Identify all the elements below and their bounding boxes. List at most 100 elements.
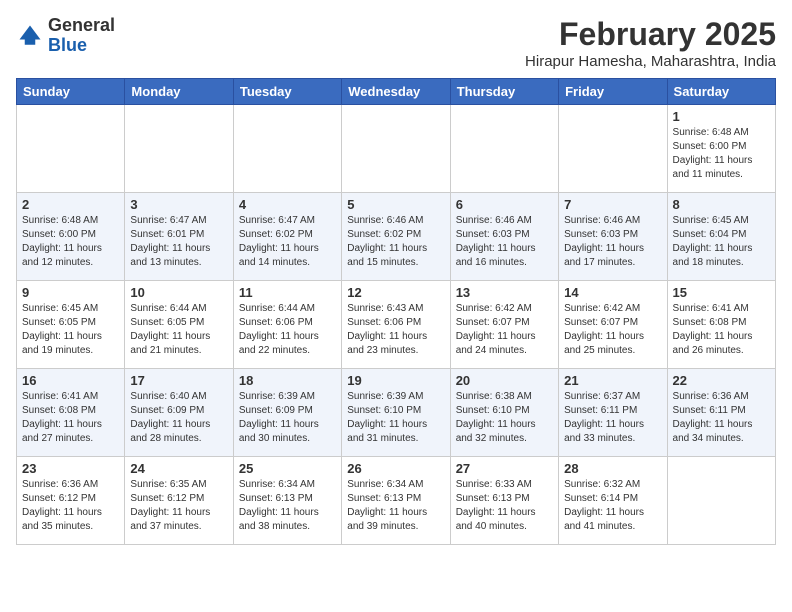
calendar-cell bbox=[450, 105, 558, 193]
calendar-cell: 2 Sunrise: 6:48 AM Sunset: 6:00 PM Daylig… bbox=[17, 193, 125, 281]
calendar-cell: 18 Sunrise: 6:39 AM Sunset: 6:09 PM Dayli… bbox=[233, 369, 341, 457]
day-info: Sunrise: 6:36 AM Sunset: 6:12 PM Dayligh… bbox=[22, 478, 119, 534]
day-number: 28 bbox=[564, 461, 661, 476]
day-info: Sunrise: 6:36 AM Sunset: 6:11 PM Dayligh… bbox=[673, 390, 770, 446]
day-info: Sunrise: 6:42 AM Sunset: 6:07 PM Dayligh… bbox=[564, 302, 661, 358]
page-header: General Blue February 2025 Hirapur Hames… bbox=[16, 16, 776, 70]
day-info: Sunrise: 6:46 AM Sunset: 6:03 PM Dayligh… bbox=[564, 214, 661, 270]
day-number: 18 bbox=[239, 373, 336, 388]
day-info: Sunrise: 6:35 AM Sunset: 6:12 PM Dayligh… bbox=[130, 478, 227, 534]
weekday-header-saturday: Saturday bbox=[667, 79, 775, 105]
day-info: Sunrise: 6:47 AM Sunset: 6:01 PM Dayligh… bbox=[130, 214, 227, 270]
calendar-cell: 14Sunrise: 6:42 AM Sunset: 6:07 PM Dayli… bbox=[559, 281, 667, 369]
calendar-cell: 25 Sunrise: 6:34 AM Sunset: 6:13 PM Dayli… bbox=[233, 457, 341, 545]
day-number: 8 bbox=[673, 197, 770, 212]
day-info: Sunrise: 6:39 AM Sunset: 6:10 PM Dayligh… bbox=[347, 390, 444, 446]
logo-icon bbox=[16, 22, 44, 50]
day-number: 27 bbox=[456, 461, 553, 476]
calendar-cell bbox=[17, 105, 125, 193]
day-info: Sunrise: 6:48 AM Sunset: 6:00 PM Dayligh… bbox=[22, 214, 119, 270]
calendar-cell: 3 Sunrise: 6:47 AM Sunset: 6:01 PM Daylig… bbox=[125, 193, 233, 281]
calendar-table: SundayMondayTuesdayWednesdayThursdayFrid… bbox=[16, 78, 776, 545]
logo-text: General Blue bbox=[48, 16, 115, 56]
calendar-cell: 21Sunrise: 6:37 AM Sunset: 6:11 PM Dayli… bbox=[559, 369, 667, 457]
week-row-4: 16 Sunrise: 6:41 AM Sunset: 6:08 PM Dayli… bbox=[17, 369, 776, 457]
calendar-cell: 10 Sunrise: 6:44 AM Sunset: 6:05 PM Dayli… bbox=[125, 281, 233, 369]
day-number: 19 bbox=[347, 373, 444, 388]
weekday-header-friday: Friday bbox=[559, 79, 667, 105]
day-number: 2 bbox=[22, 197, 119, 212]
calendar-cell: 19 Sunrise: 6:39 AM Sunset: 6:10 PM Dayli… bbox=[342, 369, 450, 457]
day-number: 22 bbox=[673, 373, 770, 388]
weekday-header-monday: Monday bbox=[125, 79, 233, 105]
calendar-cell: 6Sunrise: 6:46 AM Sunset: 6:03 PM Daylig… bbox=[450, 193, 558, 281]
day-info: Sunrise: 6:46 AM Sunset: 6:03 PM Dayligh… bbox=[456, 214, 553, 270]
day-info: Sunrise: 6:44 AM Sunset: 6:06 PM Dayligh… bbox=[239, 302, 336, 358]
day-info: Sunrise: 6:34 AM Sunset: 6:13 PM Dayligh… bbox=[239, 478, 336, 534]
week-row-2: 2 Sunrise: 6:48 AM Sunset: 6:00 PM Daylig… bbox=[17, 193, 776, 281]
calendar-cell: 24 Sunrise: 6:35 AM Sunset: 6:12 PM Dayli… bbox=[125, 457, 233, 545]
calendar-cell: 23Sunrise: 6:36 AM Sunset: 6:12 PM Dayli… bbox=[17, 457, 125, 545]
day-info: Sunrise: 6:33 AM Sunset: 6:13 PM Dayligh… bbox=[456, 478, 553, 534]
day-info: Sunrise: 6:45 AM Sunset: 6:04 PM Dayligh… bbox=[673, 214, 770, 270]
day-number: 11 bbox=[239, 285, 336, 300]
day-info: Sunrise: 6:42 AM Sunset: 6:07 PM Dayligh… bbox=[456, 302, 553, 358]
day-info: Sunrise: 6:40 AM Sunset: 6:09 PM Dayligh… bbox=[130, 390, 227, 446]
calendar-cell: 22 Sunrise: 6:36 AM Sunset: 6:11 PM Dayli… bbox=[667, 369, 775, 457]
day-number: 16 bbox=[22, 373, 119, 388]
calendar-cell: 20Sunrise: 6:38 AM Sunset: 6:10 PM Dayli… bbox=[450, 369, 558, 457]
calendar-cell bbox=[559, 105, 667, 193]
day-number: 7 bbox=[564, 197, 661, 212]
calendar-cell: 8 Sunrise: 6:45 AM Sunset: 6:04 PM Daylig… bbox=[667, 193, 775, 281]
day-number: 15 bbox=[673, 285, 770, 300]
day-info: Sunrise: 6:39 AM Sunset: 6:09 PM Dayligh… bbox=[239, 390, 336, 446]
logo-general: General bbox=[48, 15, 115, 35]
day-number: 1 bbox=[673, 109, 770, 124]
logo-blue: Blue bbox=[48, 35, 87, 55]
day-number: 9 bbox=[22, 285, 119, 300]
day-number: 21 bbox=[564, 373, 661, 388]
day-info: Sunrise: 6:41 AM Sunset: 6:08 PM Dayligh… bbox=[22, 390, 119, 446]
day-number: 25 bbox=[239, 461, 336, 476]
calendar-cell bbox=[233, 105, 341, 193]
day-number: 4 bbox=[239, 197, 336, 212]
calendar-cell: 26 Sunrise: 6:34 AM Sunset: 6:13 PM Dayli… bbox=[342, 457, 450, 545]
day-info: Sunrise: 6:34 AM Sunset: 6:13 PM Dayligh… bbox=[347, 478, 444, 534]
calendar-cell: 28Sunrise: 6:32 AM Sunset: 6:14 PM Dayli… bbox=[559, 457, 667, 545]
day-number: 5 bbox=[347, 197, 444, 212]
month-title: February 2025 bbox=[525, 16, 776, 53]
calendar-cell bbox=[125, 105, 233, 193]
day-number: 10 bbox=[130, 285, 227, 300]
weekday-header-row: SundayMondayTuesdayWednesdayThursdayFrid… bbox=[17, 79, 776, 105]
calendar-cell: 27 Sunrise: 6:33 AM Sunset: 6:13 PM Dayli… bbox=[450, 457, 558, 545]
weekday-header-sunday: Sunday bbox=[17, 79, 125, 105]
day-number: 3 bbox=[130, 197, 227, 212]
day-number: 12 bbox=[347, 285, 444, 300]
calendar-cell: 11 Sunrise: 6:44 AM Sunset: 6:06 PM Dayli… bbox=[233, 281, 341, 369]
calendar-cell: 7 Sunrise: 6:46 AM Sunset: 6:03 PM Daylig… bbox=[559, 193, 667, 281]
day-info: Sunrise: 6:45 AM Sunset: 6:05 PM Dayligh… bbox=[22, 302, 119, 358]
title-block: February 2025 Hirapur Hamesha, Maharasht… bbox=[525, 16, 776, 70]
day-info: Sunrise: 6:43 AM Sunset: 6:06 PM Dayligh… bbox=[347, 302, 444, 358]
calendar-cell: 9 Sunrise: 6:45 AM Sunset: 6:05 PM Daylig… bbox=[17, 281, 125, 369]
weekday-header-tuesday: Tuesday bbox=[233, 79, 341, 105]
weekday-header-wednesday: Wednesday bbox=[342, 79, 450, 105]
week-row-1: 1Sunrise: 6:48 AM Sunset: 6:00 PM Daylig… bbox=[17, 105, 776, 193]
day-number: 17 bbox=[130, 373, 227, 388]
week-row-5: 23Sunrise: 6:36 AM Sunset: 6:12 PM Dayli… bbox=[17, 457, 776, 545]
calendar-cell: 4 Sunrise: 6:47 AM Sunset: 6:02 PM Daylig… bbox=[233, 193, 341, 281]
calendar-cell: 12 Sunrise: 6:43 AM Sunset: 6:06 PM Dayli… bbox=[342, 281, 450, 369]
calendar-cell bbox=[667, 457, 775, 545]
day-number: 24 bbox=[130, 461, 227, 476]
location: Hirapur Hamesha, Maharashtra, India bbox=[525, 53, 776, 70]
week-row-3: 9 Sunrise: 6:45 AM Sunset: 6:05 PM Daylig… bbox=[17, 281, 776, 369]
calendar-cell: 13Sunrise: 6:42 AM Sunset: 6:07 PM Dayli… bbox=[450, 281, 558, 369]
calendar-cell: 5Sunrise: 6:46 AM Sunset: 6:02 PM Daylig… bbox=[342, 193, 450, 281]
day-number: 26 bbox=[347, 461, 444, 476]
logo: General Blue bbox=[16, 16, 115, 56]
calendar-cell: 17 Sunrise: 6:40 AM Sunset: 6:09 PM Dayli… bbox=[125, 369, 233, 457]
calendar-cell: 15Sunrise: 6:41 AM Sunset: 6:08 PM Dayli… bbox=[667, 281, 775, 369]
calendar-cell: 1Sunrise: 6:48 AM Sunset: 6:00 PM Daylig… bbox=[667, 105, 775, 193]
day-info: Sunrise: 6:47 AM Sunset: 6:02 PM Dayligh… bbox=[239, 214, 336, 270]
day-info: Sunrise: 6:44 AM Sunset: 6:05 PM Dayligh… bbox=[130, 302, 227, 358]
